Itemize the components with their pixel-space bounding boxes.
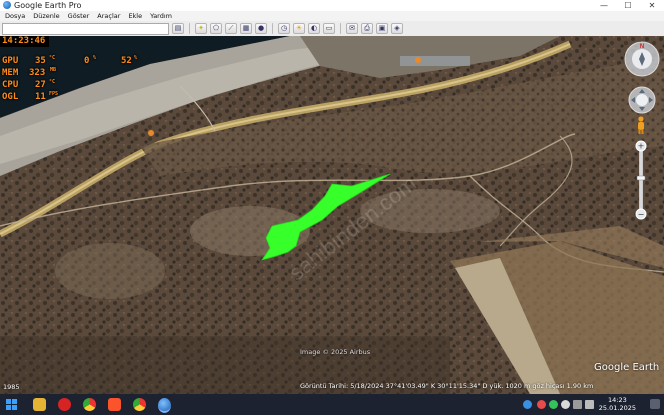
google-earth-logo: Google Earth	[594, 362, 660, 373]
hud-cpu-label: CPU	[2, 80, 19, 90]
tray-app-icon[interactable]	[549, 400, 558, 409]
window-title: Google Earth Pro	[14, 1, 82, 10]
image-credit: Image © 2025 Airbus	[300, 348, 371, 356]
satellite-imagery: sahibinden.com	[0, 36, 664, 394]
opera-icon[interactable]	[58, 398, 71, 411]
hud-gpu-load-unit: %	[93, 55, 97, 61]
hud-ogl-unit: FPS	[49, 91, 59, 97]
search-input[interactable]	[2, 23, 169, 35]
taskbar-time: 14:23	[608, 396, 627, 404]
maximize-button[interactable]: ☐	[616, 0, 640, 11]
sunlight-icon[interactable]: ☀	[293, 23, 305, 34]
menu-add[interactable]: Ekle	[128, 12, 142, 20]
historical-imagery-icon[interactable]: ◷	[278, 23, 290, 34]
ruler-icon[interactable]: ▭	[323, 23, 335, 34]
hud-gpu-label: GPU	[2, 56, 19, 66]
hud-cpu-unit: °C	[49, 79, 56, 85]
status-bar: Görüntü Tarihi: 5/18/2024 37°41'03.49" K…	[300, 382, 594, 390]
map-view[interactable]: sahibinden.com 14:23:46 GPU 35 °C 0 % 52…	[0, 36, 664, 394]
image-overlay-icon[interactable]: ▦	[240, 23, 252, 34]
tray-app-icon[interactable]	[561, 400, 570, 409]
toolbar-separator	[189, 23, 190, 34]
hud-gpu-temp-unit: °C	[49, 55, 56, 61]
volume-icon[interactable]	[585, 400, 594, 409]
look-joystick[interactable]: N	[623, 40, 661, 82]
taskbar-date: 25.01.2025	[598, 404, 636, 412]
email-icon[interactable]: ✉	[346, 23, 358, 34]
help-icon[interactable]	[523, 400, 532, 409]
move-joystick[interactable]	[628, 86, 656, 118]
menu-tools[interactable]: Araçlar	[97, 12, 120, 20]
toolbar-separator	[340, 23, 341, 34]
hud-cpu-temp: 27	[35, 80, 46, 90]
menu-edit[interactable]: Düzenle	[33, 12, 59, 20]
close-button[interactable]: ✕	[640, 0, 664, 11]
taskbar: 14:23 25.01.2025	[0, 394, 664, 415]
file-explorer-icon[interactable]	[33, 398, 46, 411]
chrome-icon[interactable]	[133, 398, 146, 411]
street-view-pegman-icon[interactable]	[635, 116, 647, 138]
google-earth-taskbar-icon[interactable]	[158, 398, 171, 413]
menu-help[interactable]: Yardım	[150, 12, 172, 20]
hud-mem-label: MEM	[2, 68, 19, 78]
historical-year: 1985	[3, 383, 20, 391]
windows-start-icon[interactable]	[6, 399, 17, 410]
hud-ogl-label: OGL	[2, 92, 19, 102]
menu-view[interactable]: Göster	[68, 12, 90, 20]
hud-mem-value: 323	[29, 68, 46, 78]
chrome-icon[interactable]	[83, 398, 96, 411]
window-titlebar: Google Earth Pro — ☐ ✕	[0, 0, 664, 11]
svg-text:−: −	[638, 210, 645, 219]
menu-file[interactable]: Dosya	[5, 12, 25, 20]
hud-gpu-temp: 35	[35, 56, 46, 66]
svg-text:+: +	[638, 142, 645, 151]
hud-gpu-extra: 52	[121, 56, 132, 66]
minimize-button[interactable]: —	[592, 0, 616, 11]
zoom-slider[interactable]: + −	[634, 140, 648, 224]
svg-text:N: N	[640, 43, 645, 50]
hud-gpu-load: 0	[84, 56, 90, 66]
path-icon[interactable]: ⟋	[225, 23, 237, 34]
menu-bar: Dosya Düzenle Göster Araçlar Ekle Yardım	[0, 11, 664, 21]
sidebar-toggle-icon[interactable]: ▤	[172, 23, 184, 34]
print-icon[interactable]: ⎙	[361, 23, 373, 34]
toolbar-separator	[272, 23, 273, 34]
hud-gpu-extra-unit: %	[134, 55, 138, 61]
hud-mem-unit: MB	[50, 67, 57, 73]
hud-ogl-fps: 11	[35, 92, 46, 102]
google-earth-icon	[3, 1, 11, 9]
toolbar: ▤ ✦ ⬠ ⟋ ▦ ● ◷ ☀ ◐ ▭ ✉ ⎙ ▣ ◈	[0, 21, 664, 37]
google-maps-icon[interactable]: ◈	[391, 23, 403, 34]
hud-clock: 14:23:46	[0, 36, 49, 47]
save-image-icon[interactable]: ▣	[376, 23, 388, 34]
polygon-icon[interactable]: ⬠	[210, 23, 222, 34]
record-tour-icon[interactable]: ●	[255, 23, 267, 34]
notification-icon[interactable]	[650, 399, 660, 409]
placemark-icon[interactable]: ✦	[195, 23, 207, 34]
taskbar-clock[interactable]: 14:23 25.01.2025	[599, 396, 636, 412]
tray-app-icon[interactable]	[537, 400, 546, 409]
planets-icon[interactable]: ◐	[308, 23, 320, 34]
brave-icon[interactable]	[108, 398, 121, 411]
network-icon[interactable]	[573, 400, 582, 409]
